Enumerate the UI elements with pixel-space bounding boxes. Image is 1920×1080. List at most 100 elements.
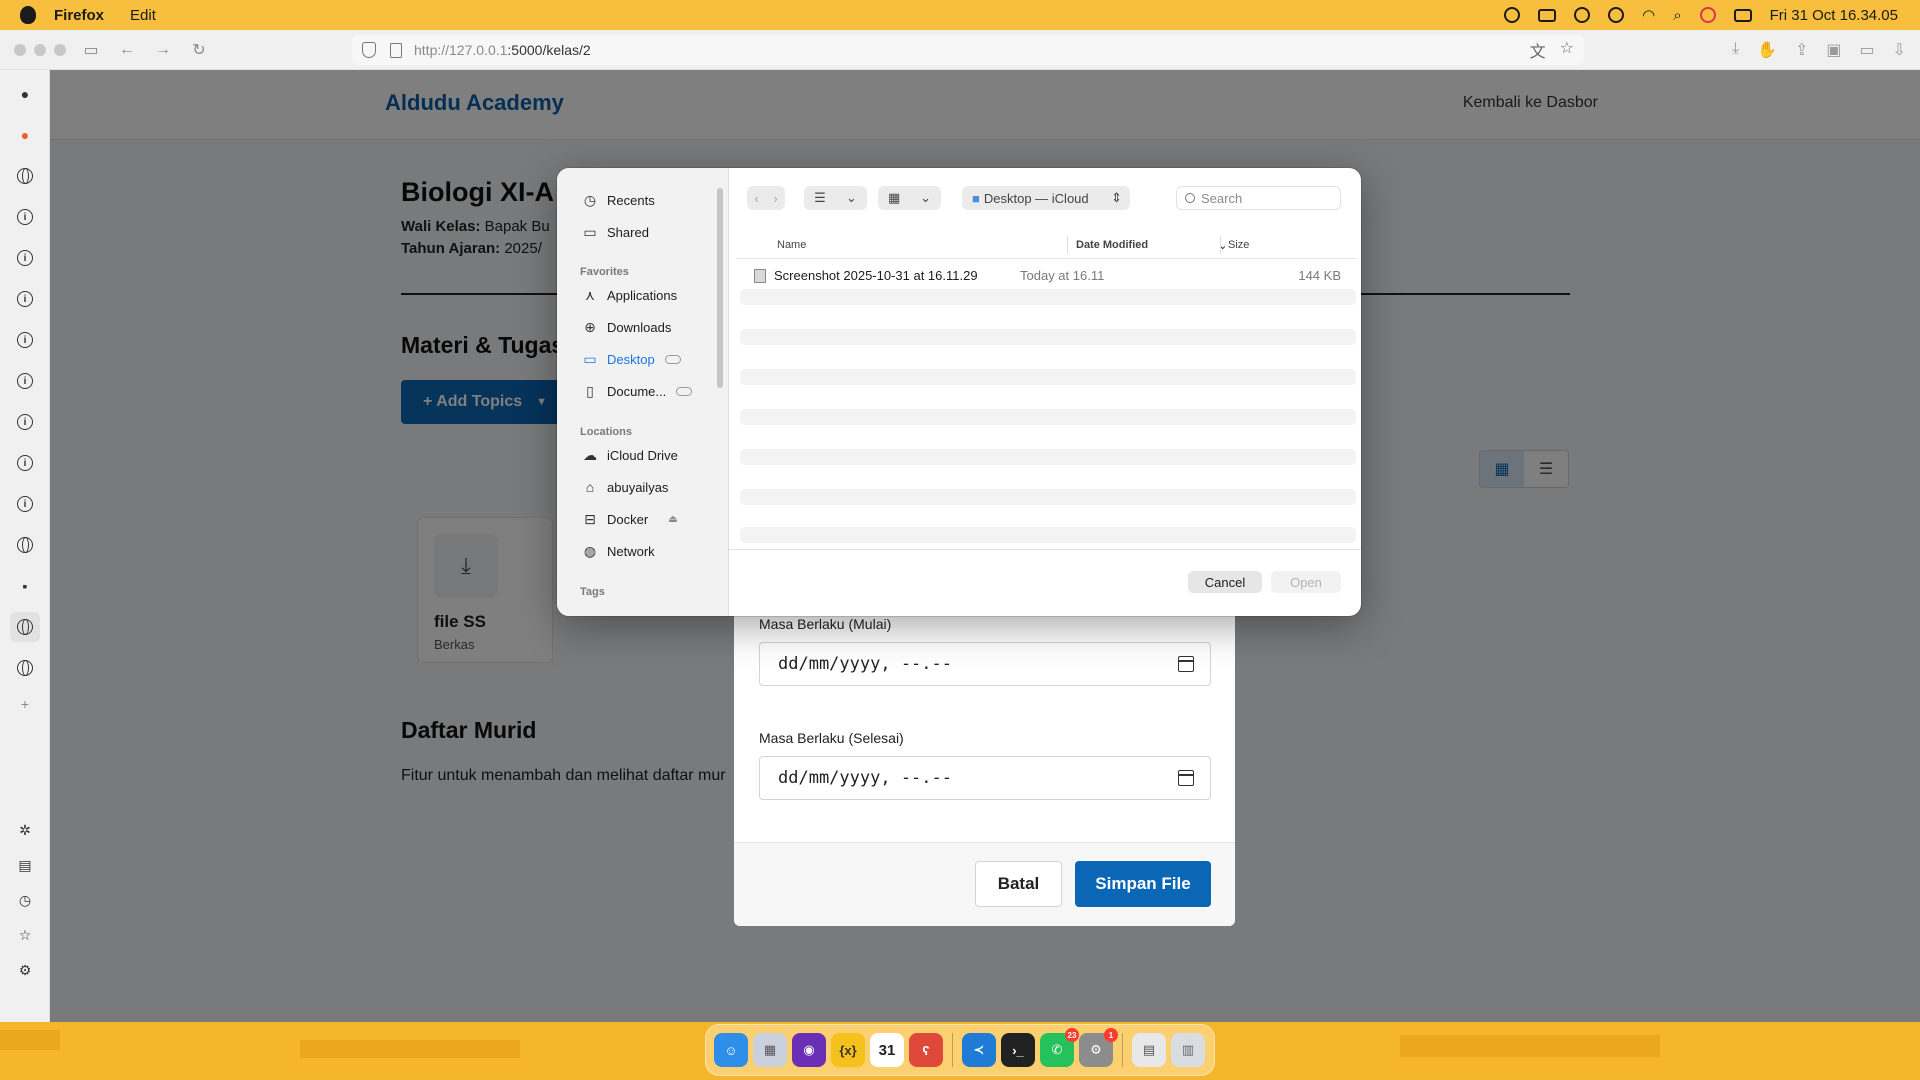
whatsapp-icon[interactable]: ✆ 23 bbox=[1040, 1028, 1079, 1067]
info-icon[interactable]: i bbox=[15, 207, 35, 227]
column-name[interactable]: Name bbox=[777, 236, 806, 254]
sidebar-scrollbar[interactable] bbox=[717, 188, 723, 388]
wifi-icon[interactable]: ◠ bbox=[1642, 6, 1655, 24]
info-icon[interactable]: i bbox=[15, 248, 35, 268]
header-divider bbox=[737, 258, 1357, 259]
back-icon[interactable]: ← bbox=[116, 39, 138, 61]
status-drop-icon[interactable] bbox=[1608, 7, 1625, 23]
status-app-icon[interactable] bbox=[1504, 7, 1521, 23]
sidebar-item-downloads[interactable]: ⊕ Downloads bbox=[581, 316, 671, 338]
vscode-icon[interactable]: ≺ bbox=[962, 1033, 996, 1067]
wallpaper-pattern bbox=[1400, 1035, 1660, 1057]
column-date-modified[interactable]: Date Modified ⌄ bbox=[1076, 236, 1227, 254]
finder-icon[interactable]: ☺ bbox=[714, 1033, 748, 1067]
terminal-icon[interactable]: ›_ bbox=[1001, 1033, 1035, 1067]
info-icon[interactable]: i bbox=[15, 412, 35, 432]
file-row[interactable]: Screenshot 2025-10-31 at 16.11.29 Today … bbox=[740, 265, 1356, 287]
picker-cancel-button[interactable]: Cancel bbox=[1188, 571, 1262, 593]
sidebar-item-desktop[interactable]: ▭ Desktop bbox=[581, 348, 681, 370]
calendar-icon[interactable] bbox=[1178, 656, 1194, 672]
column-size[interactable]: Size bbox=[1228, 236, 1249, 254]
close-window-button[interactable] bbox=[14, 43, 26, 56]
github-icon[interactable]: ● bbox=[15, 84, 35, 104]
save-file-button[interactable]: Simpan File bbox=[1075, 861, 1211, 907]
history-icon[interactable]: ◷ bbox=[15, 890, 35, 910]
bookmarks-icon[interactable]: ☆ bbox=[15, 925, 35, 945]
reload-icon[interactable]: ↻ bbox=[188, 39, 210, 61]
share-icon[interactable]: ⇪ bbox=[1795, 40, 1808, 60]
terminal-icon[interactable]: ▪ bbox=[15, 576, 35, 596]
globe-icon[interactable] bbox=[15, 166, 35, 186]
launchpad-icon[interactable]: ▦ bbox=[753, 1033, 787, 1067]
settings-gear-icon[interactable]: ⚙ bbox=[15, 960, 35, 980]
user-account-icon[interactable] bbox=[1574, 7, 1591, 23]
end-date-input[interactable]: dd/mm/yyyy, --.-- bbox=[759, 756, 1211, 800]
page-info-icon[interactable] bbox=[390, 42, 402, 58]
empty-row bbox=[740, 289, 1356, 305]
sidebar-item-documents[interactable]: ▯ Docume... bbox=[581, 380, 693, 402]
tab-overview-icon[interactable]: ▭ bbox=[1859, 40, 1874, 60]
ai-chat-icon[interactable]: ✲ bbox=[15, 820, 35, 840]
eject-icon[interactable]: ⏏ bbox=[668, 514, 677, 525]
menu-app-name[interactable]: Firefox bbox=[54, 7, 104, 24]
spotlight-search-icon[interactable]: ⌕ bbox=[1673, 7, 1681, 24]
system-settings-icon[interactable]: ⚙ 1 bbox=[1079, 1028, 1118, 1067]
sidebar-item-home[interactable]: ⌂ abuyailyas bbox=[581, 476, 669, 498]
picker-open-button[interactable]: Open bbox=[1271, 571, 1341, 593]
cancel-button[interactable]: Batal bbox=[975, 861, 1062, 907]
info-icon[interactable]: i bbox=[15, 453, 35, 473]
globe-icon[interactable] bbox=[15, 658, 35, 678]
synced-tabs-icon[interactable]: ▤ bbox=[15, 855, 35, 875]
tracking-shield-icon[interactable] bbox=[362, 42, 376, 58]
calendar-icon[interactable] bbox=[1178, 770, 1194, 786]
siri-icon[interactable] bbox=[1699, 7, 1716, 23]
info-icon[interactable]: i bbox=[15, 494, 35, 514]
picker-sidebar: ◷ Recents ▭ Shared Favorites ⋏ Applications… bbox=[557, 168, 729, 616]
chevron-left-icon[interactable]: ‹ bbox=[754, 191, 758, 206]
downloads-stack-icon[interactable]: ▤ bbox=[1132, 1033, 1166, 1067]
container-icon[interactable]: ▣ bbox=[1826, 40, 1841, 60]
extensions-icon[interactable]: ✋ bbox=[1757, 40, 1777, 60]
firefox-icon[interactable]: ● bbox=[15, 125, 35, 145]
variables-app-icon[interactable]: {x} bbox=[831, 1033, 865, 1067]
globe-icon-active[interactable] bbox=[10, 612, 40, 642]
status-display-icon[interactable] bbox=[1538, 8, 1557, 22]
firefox-icon[interactable]: ◉ bbox=[792, 1033, 826, 1067]
menu-edit[interactable]: Edit bbox=[130, 7, 156, 24]
new-tab-plus-icon[interactable]: + bbox=[15, 694, 35, 714]
url-bar[interactable]: http://127.0.0.1:5000/kelas/2 文 ☆ bbox=[352, 35, 1584, 65]
nav-back-forward[interactable]: ‹ › bbox=[747, 186, 785, 210]
bookmark-star-icon[interactable]: ☆ bbox=[1560, 38, 1574, 62]
calendar-icon[interactable]: 31 bbox=[870, 1033, 904, 1067]
control-center-icon[interactable] bbox=[1733, 8, 1752, 22]
info-icon[interactable]: i bbox=[15, 330, 35, 350]
forward-icon[interactable]: → bbox=[152, 39, 174, 61]
search-field[interactable]: Search bbox=[1176, 186, 1341, 210]
url-text[interactable]: http://127.0.0.1:5000/kelas/2 bbox=[414, 42, 591, 58]
menubar-clock[interactable]: Fri 31 Oct 16.34.05 bbox=[1770, 7, 1898, 24]
apple-logo-icon[interactable] bbox=[20, 6, 36, 24]
zoom-window-button[interactable] bbox=[54, 43, 66, 56]
sidebar-item-applications[interactable]: ⋏ Applications bbox=[581, 284, 677, 306]
location-popup[interactable]: ■ Desktop — iCloud ⇕ bbox=[962, 186, 1130, 210]
chevron-right-icon[interactable]: › bbox=[773, 191, 777, 206]
minimize-window-button[interactable] bbox=[34, 43, 46, 56]
sidebar-item-recents[interactable]: ◷ Recents bbox=[581, 189, 655, 211]
bear-app-icon[interactable]: ʕ bbox=[909, 1033, 943, 1067]
translate-icon[interactable]: 文 bbox=[1530, 38, 1546, 62]
globe-icon[interactable] bbox=[15, 535, 35, 555]
sidebar-item-icloud[interactable]: ☁ iCloud Drive bbox=[581, 444, 678, 466]
start-date-input[interactable]: dd/mm/yyyy, --.-- bbox=[759, 642, 1211, 686]
sidebar-item-docker[interactable]: ⊟ Docker ⏏ bbox=[581, 508, 678, 530]
list-view-menu[interactable]: ☰ ⌄ bbox=[804, 186, 867, 210]
sidebar-toggle-icon[interactable]: ▭ bbox=[80, 39, 102, 61]
sidebar-item-network[interactable]: ◍ Network bbox=[581, 540, 655, 562]
info-icon[interactable]: i bbox=[15, 289, 35, 309]
group-view-menu[interactable]: ▦ ⌄ bbox=[878, 186, 941, 210]
downloads-icon[interactable]: ⤓ bbox=[1732, 40, 1739, 60]
trash-icon[interactable]: ▥ bbox=[1171, 1033, 1205, 1067]
menu-icon[interactable]: ⇩ bbox=[1893, 40, 1906, 60]
info-icon[interactable]: i bbox=[15, 371, 35, 391]
sidebar-item-shared[interactable]: ▭ Shared bbox=[581, 221, 649, 243]
file-name: Screenshot 2025-10-31 at 16.11.29 bbox=[774, 268, 978, 283]
